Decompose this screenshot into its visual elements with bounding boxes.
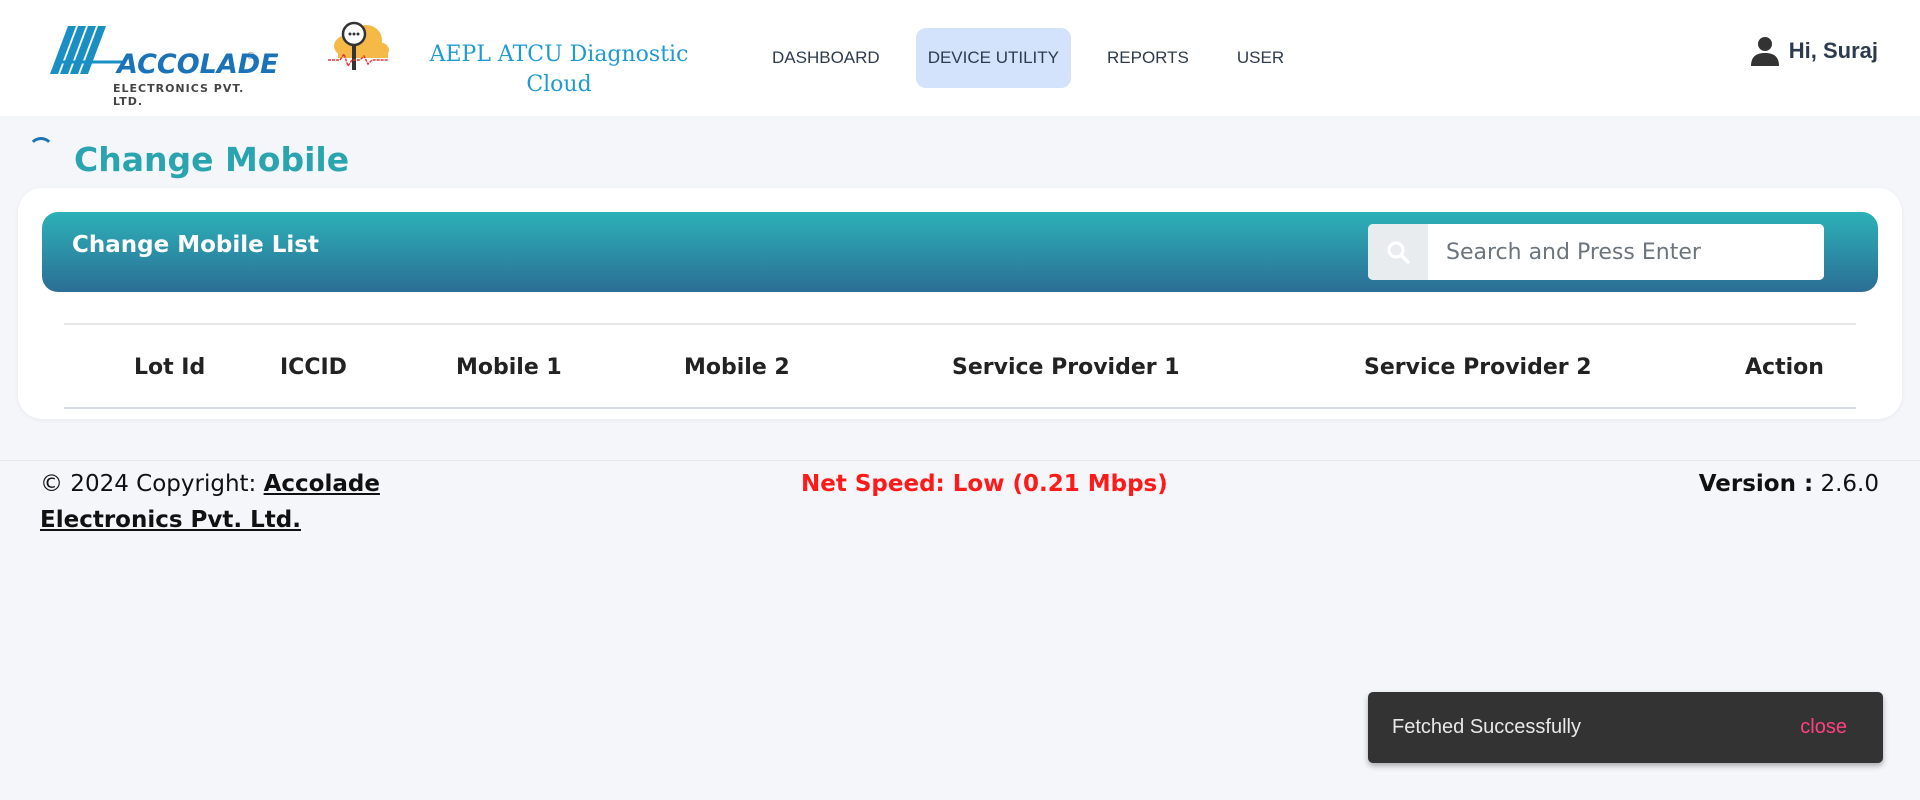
user-menu[interactable]: Hi, Suraj	[1750, 36, 1878, 66]
cloud-magnifier-icon	[326, 18, 392, 78]
toast-close-button[interactable]: close	[1800, 716, 1847, 739]
person-icon	[1750, 37, 1779, 66]
search-button[interactable]	[1368, 224, 1428, 280]
card-title: Change Mobile List	[72, 232, 319, 258]
nav-user[interactable]: USER	[1225, 28, 1296, 88]
column-header-iccid[interactable]: ICCID	[280, 355, 347, 380]
nav-reports[interactable]: REPORTS	[1095, 28, 1201, 88]
version-value: 2.6.0	[1820, 471, 1879, 497]
top-navbar: ® ACCOLADE ELECTRONICS PVT. LTD. AEPL AT…	[0, 0, 1920, 116]
main-nav: DASHBOARD DEVICE UTILITY REPORTS USER	[760, 28, 1320, 88]
change-mobile-card: Change Mobile List Lot Id ICCID Mobile 1…	[18, 188, 1902, 419]
search-input[interactable]	[1428, 224, 1824, 280]
copyright-prefix: © 2024 Copyright:	[40, 471, 264, 497]
column-header-mobile-1[interactable]: Mobile 1	[456, 355, 562, 380]
logo-text: ACCOLADE	[117, 49, 279, 80]
toast-message: Fetched Successfully	[1392, 716, 1581, 738]
change-mobile-table: Lot Id ICCID Mobile 1 Mobile 2 Service P…	[64, 323, 1856, 409]
nav-dashboard[interactable]: DASHBOARD	[760, 28, 892, 88]
column-header-service-provider-2[interactable]: Service Provider 2	[1364, 355, 1592, 380]
net-speed-indicator: Net Speed: Low (0.21 Mbps)	[801, 471, 1168, 497]
version-info: Version : 2.6.0	[1699, 466, 1879, 502]
column-header-lot-id[interactable]: Lot Id	[134, 355, 205, 380]
page-title: Change Mobile	[74, 140, 350, 179]
version-label: Version :	[1698, 471, 1814, 497]
column-header-action: Action	[1745, 355, 1824, 380]
column-header-service-provider-1[interactable]: Service Provider 1	[952, 355, 1180, 380]
loading-spinner-icon	[28, 136, 54, 163]
app-title: AEPL ATCU Diagnostic Cloud	[429, 42, 689, 97]
card-header: Change Mobile List	[42, 212, 1878, 292]
accolade-logo[interactable]: ® ACCOLADE ELECTRONICS PVT. LTD.	[50, 22, 279, 108]
snackbar-toast: Fetched Successfully close	[1368, 692, 1883, 763]
footer-divider	[0, 460, 1920, 461]
search-box	[1368, 224, 1824, 280]
logo-subtext: ELECTRONICS PVT. LTD.	[113, 82, 245, 108]
user-greeting: Hi, Suraj	[1788, 38, 1878, 63]
copyright: © 2024 Copyright: Accolade Electronics P…	[40, 466, 500, 538]
nav-device-utility[interactable]: DEVICE UTILITY	[915, 28, 1071, 88]
page-heading: Change Mobile	[28, 136, 350, 179]
column-header-mobile-2[interactable]: Mobile 2	[684, 355, 790, 380]
search-icon	[1387, 241, 1410, 264]
